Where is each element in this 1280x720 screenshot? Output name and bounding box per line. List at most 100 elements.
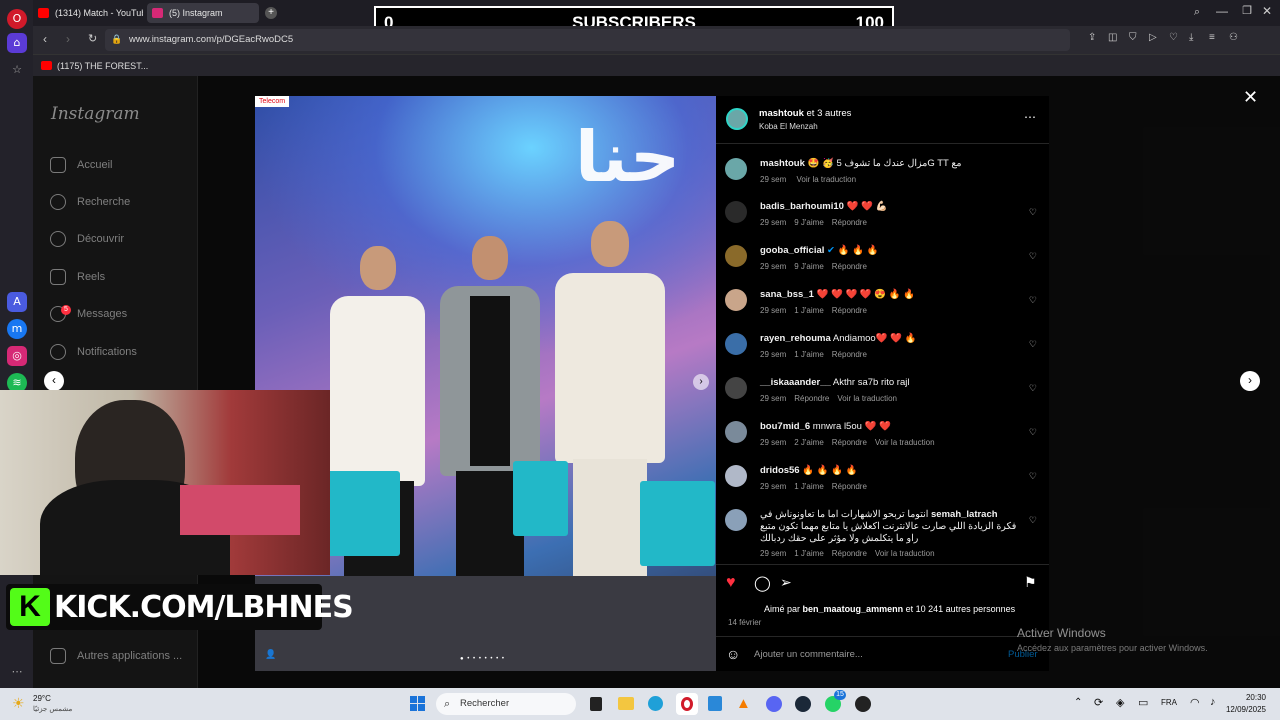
tagged-users-icon[interactable]: 👤: [265, 649, 276, 660]
comment-likes[interactable]: 1 J'aime: [794, 549, 824, 558]
wifi-icon[interactable]: ◠: [1190, 696, 1200, 709]
clock-time[interactable]: 20:30: [1226, 693, 1266, 702]
comment-likes[interactable]: 1 J'aime: [794, 482, 824, 491]
close-window-button[interactable]: ✕: [1262, 4, 1272, 18]
coauthors[interactable]: et 3 autres: [807, 108, 852, 119]
avatar[interactable]: [725, 333, 747, 355]
discord-icon[interactable]: [766, 696, 782, 712]
like-comment-icon[interactable]: ♡: [1029, 427, 1037, 438]
avatar[interactable]: [725, 245, 747, 267]
share-icon[interactable]: ➢: [780, 574, 792, 591]
avatar[interactable]: [725, 201, 747, 223]
reply-link[interactable]: Répondre: [794, 394, 829, 403]
post-photo[interactable]: حنا Telecom 👤 ● • • • • • • • ›: [255, 96, 716, 671]
download-icon[interactable]: ⤓: [1189, 32, 1193, 43]
nav-reels[interactable]: Reels: [50, 265, 105, 289]
nav-notifications[interactable]: Notifications: [50, 340, 137, 364]
avatar[interactable]: [725, 377, 747, 399]
nav-other-apps[interactable]: Autres applications ...: [50, 644, 182, 668]
reply-link[interactable]: Répondre: [832, 549, 867, 558]
store-icon[interactable]: [708, 696, 722, 711]
comment-likes[interactable]: 9 J'aime: [794, 262, 824, 271]
like-comment-icon[interactable]: ♡: [1029, 339, 1037, 350]
like-comment-icon[interactable]: ♡: [1029, 251, 1037, 262]
like-comment-icon[interactable]: ♡: [1029, 515, 1037, 526]
shield-icon[interactable]: ⛉: [1129, 32, 1137, 43]
reply-link[interactable]: Répondre: [832, 438, 867, 447]
liked-user[interactable]: ben_maatoug_ammenn: [803, 604, 904, 614]
minimize-button[interactable]: —: [1216, 4, 1228, 18]
language-indicator[interactable]: FRA: [1161, 698, 1177, 707]
like-comment-icon[interactable]: ♡: [1029, 471, 1037, 482]
heart-icon[interactable]: ♡: [1169, 32, 1178, 43]
comment-likes[interactable]: 9 J'aime: [794, 218, 824, 227]
post-author[interactable]: mashtouk: [759, 108, 804, 119]
comment-user[interactable]: sana_bss_1: [760, 289, 814, 300]
liked-suffix[interactable]: et 10 241 autres personnes: [906, 604, 1016, 614]
like-comment-icon[interactable]: ♡: [1029, 295, 1037, 306]
network-icon[interactable]: ◈: [1116, 696, 1124, 709]
avatar[interactable]: [725, 509, 747, 531]
translate-link[interactable]: Voir la traduction: [875, 549, 935, 558]
share-icon[interactable]: ⇪: [1088, 32, 1096, 43]
clock-date[interactable]: 12/09/2025: [1222, 705, 1266, 714]
previous-post-button[interactable]: ‹: [44, 371, 64, 391]
reply-link[interactable]: Répondre: [832, 482, 867, 491]
comment-user[interactable]: badis_barhoumi10: [760, 201, 844, 212]
reply-link[interactable]: Répondre: [832, 306, 867, 315]
reply-link[interactable]: Répondre: [832, 350, 867, 359]
close-icon[interactable]: ✕: [1243, 87, 1258, 108]
weather-icon[interactable]: ☀: [12, 695, 25, 712]
tab-youtube[interactable]: (1314) Match - YouTube: [33, 3, 143, 23]
comment-user[interactable]: semah_latrach: [931, 509, 998, 520]
comment-user[interactable]: rayen_rehouma: [760, 333, 831, 344]
like-comment-icon[interactable]: ♡: [1029, 207, 1037, 218]
avatar[interactable]: [726, 108, 748, 130]
file-explorer-icon[interactable]: [618, 697, 634, 710]
search-icon[interactable]: ⌕: [1194, 6, 1200, 19]
comment-user[interactable]: __iskaaander__: [760, 377, 831, 388]
post-location[interactable]: Koba El Menzah: [759, 122, 818, 131]
comment-user[interactable]: dridos56: [760, 465, 800, 476]
forward-button[interactable]: ›: [66, 32, 70, 46]
comment-icon[interactable]: ◯: [754, 574, 771, 592]
translate-link[interactable]: Voir la traduction: [796, 175, 856, 184]
next-post-button[interactable]: ›: [1240, 371, 1260, 391]
opera-taskbar-icon[interactable]: [676, 693, 698, 715]
comment-input[interactable]: Ajouter un commentaire...: [754, 649, 994, 663]
bookmark-item[interactable]: (1175) THE FOREST...: [41, 59, 148, 73]
instagram-icon[interactable]: ◎: [7, 346, 27, 366]
like-heart-icon[interactable]: ♥: [726, 574, 736, 592]
tab-instagram[interactable]: (5) Instagram: [147, 3, 259, 23]
translate-link[interactable]: Voir la traduction: [837, 394, 897, 403]
camera-icon[interactable]: ◫: [1108, 32, 1117, 43]
comment-likes[interactable]: 1 J'aime: [794, 306, 824, 315]
vlc-icon[interactable]: ▲: [736, 695, 751, 712]
nav-explore[interactable]: Découvrir: [50, 227, 124, 251]
comment-likes[interactable]: 1 J'aime: [794, 350, 824, 359]
menu-icon[interactable]: ≡: [1209, 32, 1215, 43]
steam-icon[interactable]: [795, 696, 811, 712]
bookmark-icon[interactable]: ⚑: [1024, 574, 1037, 591]
weather-desc[interactable]: مشمس جزئيًا: [33, 705, 72, 713]
nav-home[interactable]: Accueil: [50, 153, 112, 177]
battery-icon[interactable]: ▭: [1138, 696, 1148, 709]
volume-icon[interactable]: ♪: [1210, 696, 1216, 708]
more-icon[interactable]: ⋯: [7, 662, 27, 682]
back-button[interactable]: ‹: [43, 32, 47, 46]
task-view-icon[interactable]: [590, 697, 602, 711]
instagram-logo[interactable]: Instagram: [51, 104, 140, 124]
comment-user[interactable]: mashtouk: [760, 158, 805, 169]
maximize-button[interactable]: ❐: [1242, 4, 1252, 17]
messenger-icon[interactable]: m: [7, 319, 27, 339]
reply-link[interactable]: Répondre: [832, 218, 867, 227]
aria-icon[interactable]: A: [7, 292, 27, 312]
nav-search[interactable]: Recherche: [50, 190, 130, 214]
opera-logo-icon[interactable]: O: [7, 9, 27, 29]
profile-icon[interactable]: ⚇: [1229, 32, 1238, 43]
avatar[interactable]: [725, 158, 747, 180]
avatar[interactable]: [725, 465, 747, 487]
more-options-icon[interactable]: ⋯: [1024, 110, 1036, 124]
avatar[interactable]: [725, 421, 747, 443]
avatar[interactable]: [725, 289, 747, 311]
